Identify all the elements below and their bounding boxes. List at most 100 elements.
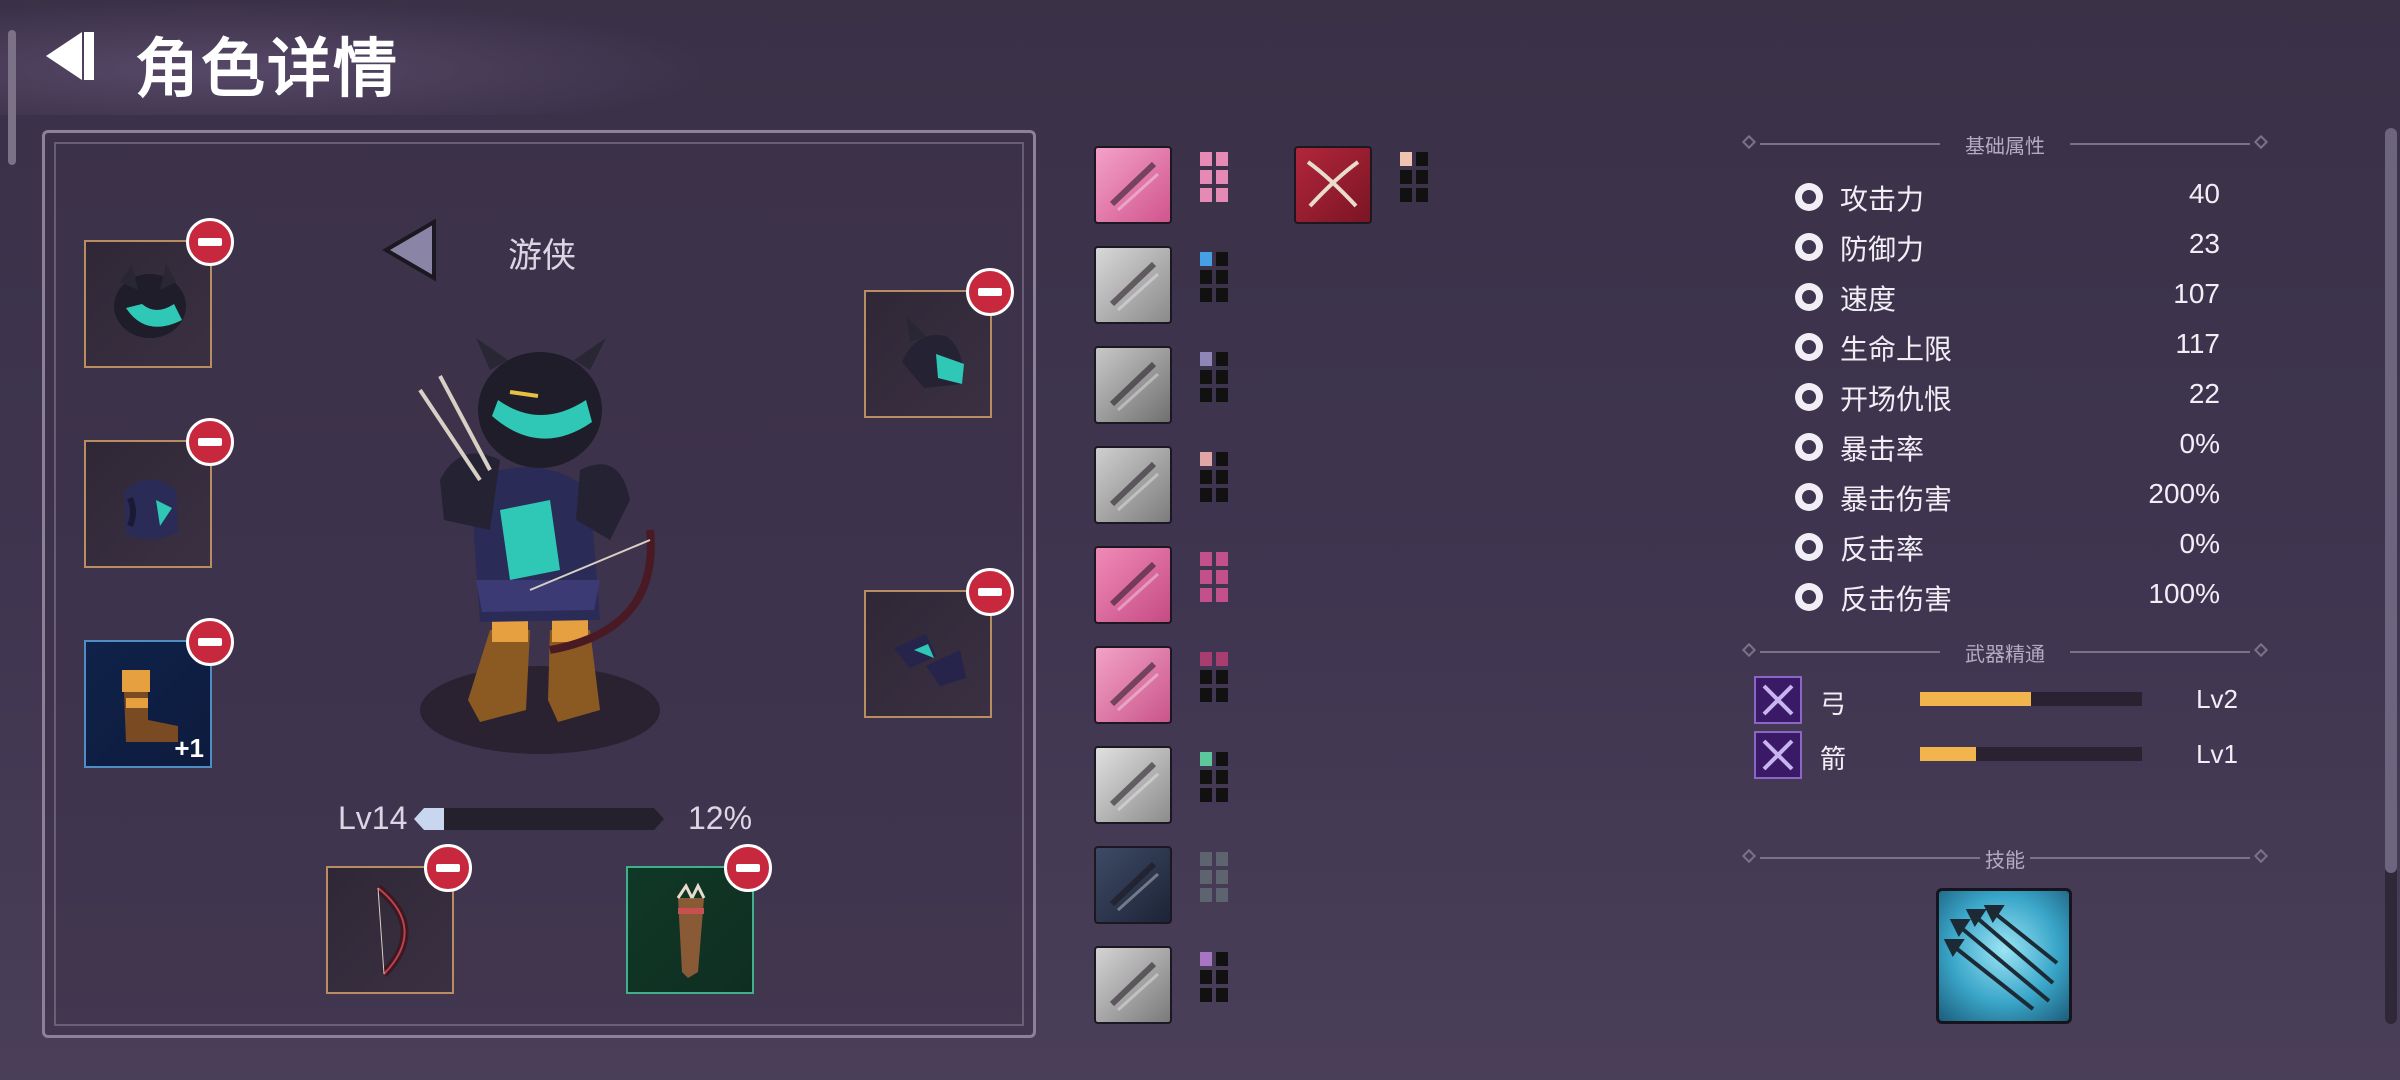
trait-pip [1200,870,1212,884]
stat-value: 22 [2188,378,2220,409]
trait-pips [1200,552,1228,602]
arrow-volley-icon[interactable] [1936,888,2072,1024]
trait-pip [1200,652,1212,666]
remove-quiver-button[interactable] [724,844,772,892]
remove-armor-button[interactable] [186,418,234,466]
stat-label: 暴击率 [1840,434,1925,465]
trait-pip [1400,170,1412,184]
boot-icon[interactable] [1094,146,1172,224]
crossed-sabres-icon[interactable] [1294,146,1372,224]
stat-value: 0% [2179,528,2220,559]
mastery-section-header: 武器精通 [1740,638,2270,666]
trait-pip [1216,170,1228,184]
trait-pip [1200,970,1212,984]
scrollbar-thumb[interactable] [2385,128,2397,873]
trait-pip [1400,188,1412,202]
trait-pip [1200,770,1212,784]
trait-pip [1200,388,1212,402]
crit-icon [1790,428,1828,466]
level-label: Lv14 [338,800,408,836]
trait-pip [1200,552,1212,566]
counter-damage-icon [1790,578,1828,616]
stat-label: 生命上限 [1840,334,1953,365]
eye-icon[interactable] [1094,746,1172,824]
extra-trait-pips [1400,152,1428,202]
trait-pip [1216,488,1228,502]
remove-helmet-button[interactable] [186,218,234,266]
trait-pip [1216,370,1228,384]
heart-icon [1790,328,1828,366]
trait-pip [1200,488,1212,502]
soldiers-icon[interactable] [1094,346,1172,424]
stat-label: 反击伤害 [1840,584,1953,615]
stat-row: 反击率 0% [1790,524,2220,568]
back-button[interactable] [38,26,108,86]
weapon-mastery-label: 弓 [1820,689,1847,719]
trait-pip [1200,152,1212,166]
fist-icon[interactable] [1094,946,1172,1024]
triangle-left-icon [382,218,436,282]
plate-icon[interactable] [1094,246,1172,324]
stat-row: 反击伤害 100% [1790,574,2220,618]
shield-icon [1790,228,1828,266]
trait-pip [1216,988,1228,1002]
remove-bow-button[interactable] [424,844,472,892]
arrow-mastery-icon [1754,731,1802,779]
stat-value: 107 [2173,278,2220,309]
remove-boots-button[interactable] [186,618,234,666]
left-edge-scrollbar[interactable] [8,30,16,165]
weapon-mastery-row: 弓 Lv2 [1754,676,2238,728]
stat-label: 反击率 [1840,534,1925,565]
trait-pip [1200,452,1212,466]
trait-pip [1216,588,1228,602]
trait-pip [1200,370,1212,384]
remove-shoulder-button[interactable] [966,268,1014,316]
stat-row: 攻击力 40 [1790,174,2220,218]
daggers-icon[interactable] [1094,446,1172,524]
trait-pip [1200,470,1212,484]
weapon-mastery-bar [1920,692,2142,706]
trait-pip [1200,170,1212,184]
stat-value: 40 [2188,178,2220,209]
trait-pip [1400,152,1412,166]
trait-pip [1216,952,1228,966]
chest-armor-icon [124,479,178,540]
stat-row: 生命上限 117 [1790,324,2220,368]
xp-progress-bar [414,808,664,830]
trait-pip [1216,270,1228,284]
helmet-icon [114,264,186,338]
stat-row: 暴击率 0% [1790,424,2220,468]
trait-pips [1200,352,1228,402]
trait-pip [1216,152,1228,166]
trait-pips [1200,752,1228,802]
claw-icon[interactable] [1094,546,1172,624]
trait-pip [1200,788,1212,802]
cross-swords-icon[interactable] [1094,646,1172,724]
stat-value: 100% [2148,578,2220,609]
trait-pip [1216,552,1228,566]
trait-pip [1200,670,1212,684]
character-sprite [380,330,710,770]
trait-pip [1216,252,1228,266]
trait-pip [1416,188,1428,202]
counter-icon [1790,528,1828,566]
lamp-icon[interactable] [1094,846,1172,924]
sword-icon [1790,178,1828,216]
trait-pip [1200,952,1212,966]
trait-pip [1200,688,1212,702]
xp-percent: 12% [688,800,753,836]
trait-pip [1216,752,1228,766]
stat-value: 23 [2188,228,2220,259]
weapon-mastery-level: Lv2 [2196,684,2238,714]
shoulder-guard-icon [902,316,964,388]
stat-value: 0% [2179,428,2220,459]
trait-pip [1216,352,1228,366]
previous-class-arrow[interactable] [382,218,440,282]
trait-pip [1416,170,1428,184]
trait-pip [1216,852,1228,866]
stat-value: 117 [2175,328,2220,359]
stat-label: 开场仇恨 [1840,384,1953,415]
trait-pips [1200,452,1228,502]
class-name: 游侠 [508,237,576,275]
remove-gloves-button[interactable] [966,568,1014,616]
